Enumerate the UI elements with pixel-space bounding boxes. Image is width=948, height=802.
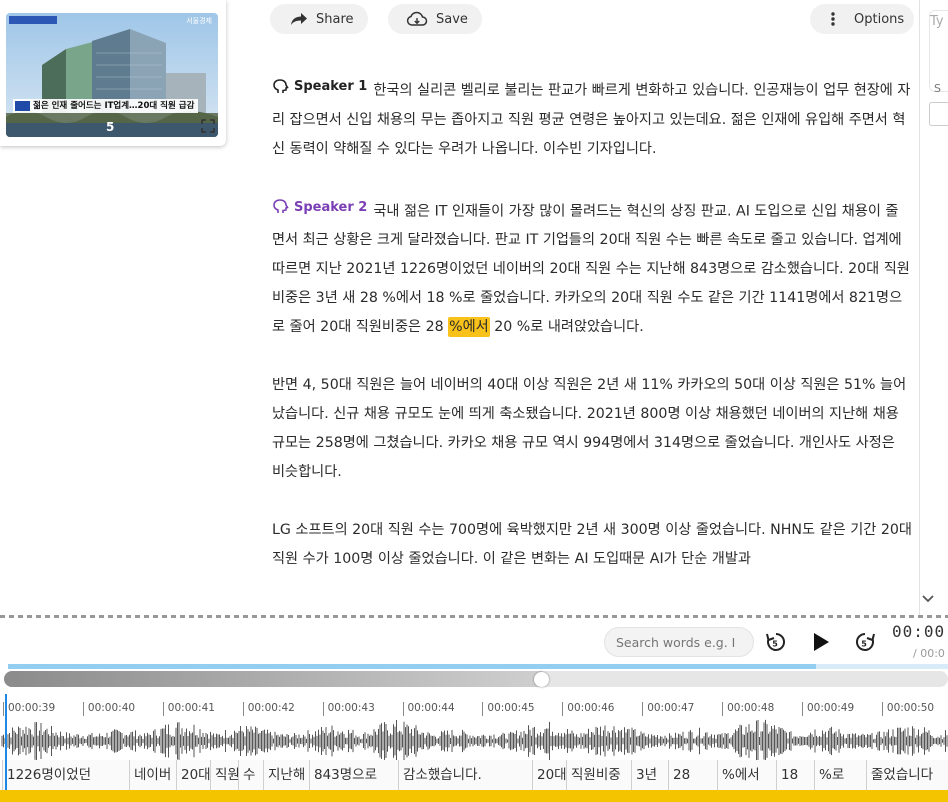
- time-tick-label: 00:00:42: [242, 702, 295, 716]
- side-panel-checkbox[interactable]: [929, 102, 948, 126]
- word-segment[interactable]: 20대: [176, 760, 210, 790]
- speaker-head-icon: [273, 78, 289, 93]
- video-thumbnail-card[interactable]: 5 서울경제 젊은 인재 줄어드는 IT업계…20대 직원 급감: [0, 0, 226, 146]
- transcript-text[interactable]: 20 %로 내려앉았습니다.: [490, 319, 644, 335]
- video-caption: 젊은 인재 줄어드는 IT업계…20대 직원 급감: [13, 99, 199, 113]
- timeline-scroll-bar[interactable]: [4, 671, 948, 687]
- word-segment[interactable]: 직원비중: [566, 760, 631, 790]
- chevron-down-icon[interactable]: [920, 592, 936, 606]
- word-segment[interactable]: 네이버: [129, 760, 176, 790]
- transcript: Speaker 1 한국의 실리콘 벨리로 불리는 판교가 빠르게 변화하고 있…: [272, 72, 912, 603]
- transcript-text[interactable]: 국내 젊은 IT 인재들이 가장 많이 몰려드는 혁신의 상징 판교. AI 도…: [272, 203, 910, 335]
- transcript-paragraph: Speaker 2 국내 젊은 IT 인재들이 가장 많이 몰려드는 혁신의 상…: [272, 193, 912, 343]
- playhead[interactable]: [5, 694, 7, 792]
- time-tick-label: 00:00:48: [722, 702, 774, 716]
- time-tick-label: 00:00:47: [642, 702, 694, 716]
- transcript-fade: [260, 560, 918, 616]
- speaker-head-icon: [273, 199, 289, 213]
- playback-progress[interactable]: [8, 664, 948, 669]
- svg-text:5: 5: [772, 640, 778, 649]
- side-panel: Ty S: [919, 0, 948, 615]
- share-button[interactable]: Share: [270, 4, 368, 34]
- channel-badge: [9, 16, 57, 24]
- time-tick-label: 00:00:40: [82, 702, 135, 716]
- word-segment[interactable]: 1226명이었던: [2, 760, 129, 790]
- current-word-highlight[interactable]: %에서: [448, 317, 490, 337]
- rewind-5-icon[interactable]: 5: [764, 630, 788, 654]
- time-tick-label: 00:00:39: [3, 702, 55, 716]
- time-tick-label: 00:00:46: [562, 702, 614, 716]
- side-panel-label: S: [934, 82, 941, 95]
- time-tick-label: 00:00:50: [881, 702, 934, 716]
- speaker-tag[interactable]: Speaker 1: [272, 72, 367, 101]
- play-icon[interactable]: [809, 630, 833, 654]
- word-segment[interactable]: %에서: [717, 760, 776, 790]
- transcript-paragraph: Speaker 1 한국의 실리콘 벨리로 불리는 판교가 빠르게 변화하고 있…: [272, 72, 912, 164]
- current-time: 00:00: [892, 622, 946, 641]
- options-label: Options: [854, 11, 905, 27]
- word-segment[interactable]: 20대: [532, 760, 566, 790]
- forward-5-icon[interactable]: 5: [853, 630, 877, 654]
- word-segment[interactable]: 28: [668, 760, 717, 790]
- section-divider: [0, 615, 948, 618]
- video-thumbnail[interactable]: 5 서울경제 젊은 인재 줄어드는 IT업계…20대 직원 급감: [6, 13, 218, 137]
- word-segment[interactable]: 843명으로: [309, 760, 398, 790]
- word-segment[interactable]: 지난해: [263, 760, 309, 790]
- video-frame-image: 5: [6, 13, 218, 137]
- share-arrow-icon: [291, 13, 307, 25]
- cloud-download-icon: [406, 11, 428, 26]
- time-tick-label: 00:00:44: [402, 702, 455, 716]
- transcript-text[interactable]: 반면 4, 50대 직원은 늘어 네이버의 40대 이상 직원은 2년 새 11…: [272, 377, 906, 480]
- word-segment[interactable]: 줄었습니다: [866, 760, 948, 790]
- word-segment[interactable]: 수: [238, 760, 263, 790]
- channel-logo-icon: [15, 101, 30, 111]
- fullscreen-icon[interactable]: [200, 118, 216, 134]
- word-segment[interactable]: 3년: [631, 760, 668, 790]
- speaker-label: Speaker 2: [294, 199, 368, 215]
- save-button[interactable]: Save: [388, 4, 482, 34]
- bottom-accent-bar: [0, 790, 948, 802]
- search-words-input[interactable]: [604, 627, 754, 657]
- svg-text:5: 5: [106, 120, 114, 134]
- transcript-text[interactable]: 한국의 실리콘 벨리로 불리는 판교가 빠르게 변화하고 있습니다. 인공재능이…: [272, 83, 910, 157]
- more-vertical-icon: [831, 12, 835, 26]
- timeline-scroll-fill: [4, 671, 543, 687]
- word-segment[interactable]: 18: [776, 760, 814, 790]
- total-time: / 00:0: [913, 647, 945, 660]
- word-segment[interactable]: %로: [814, 760, 866, 790]
- share-label: Share: [316, 11, 354, 27]
- transcript-paragraph: 반면 4, 50대 직원은 늘어 네이버의 40대 이상 직원은 2년 새 11…: [272, 371, 912, 487]
- time-tick-label: 00:00:45: [482, 702, 535, 716]
- time-tick-label: 00:00:49: [802, 702, 854, 716]
- channel-name: 서울경제: [186, 17, 212, 25]
- word-segment[interactable]: 감소했습니다.: [398, 760, 532, 790]
- video-caption-text: 젊은 인재 줄어드는 IT업계…20대 직원 급감: [33, 101, 195, 111]
- word-segment[interactable]: 직원: [210, 760, 238, 790]
- svg-text:5: 5: [861, 640, 867, 649]
- speaker-label: Speaker 1: [294, 79, 368, 94]
- playback-progress-fill: [8, 664, 817, 669]
- time-tick-label: 00:00:43: [322, 702, 375, 716]
- options-button[interactable]: Options: [810, 4, 914, 34]
- speaker-tag[interactable]: Speaker 2: [272, 193, 367, 222]
- side-panel-input-hint: Ty: [930, 14, 944, 29]
- save-label: Save: [436, 11, 468, 27]
- time-tick-label: 00:00:41: [162, 702, 215, 716]
- timeline-scroll-handle[interactable]: [534, 672, 550, 687]
